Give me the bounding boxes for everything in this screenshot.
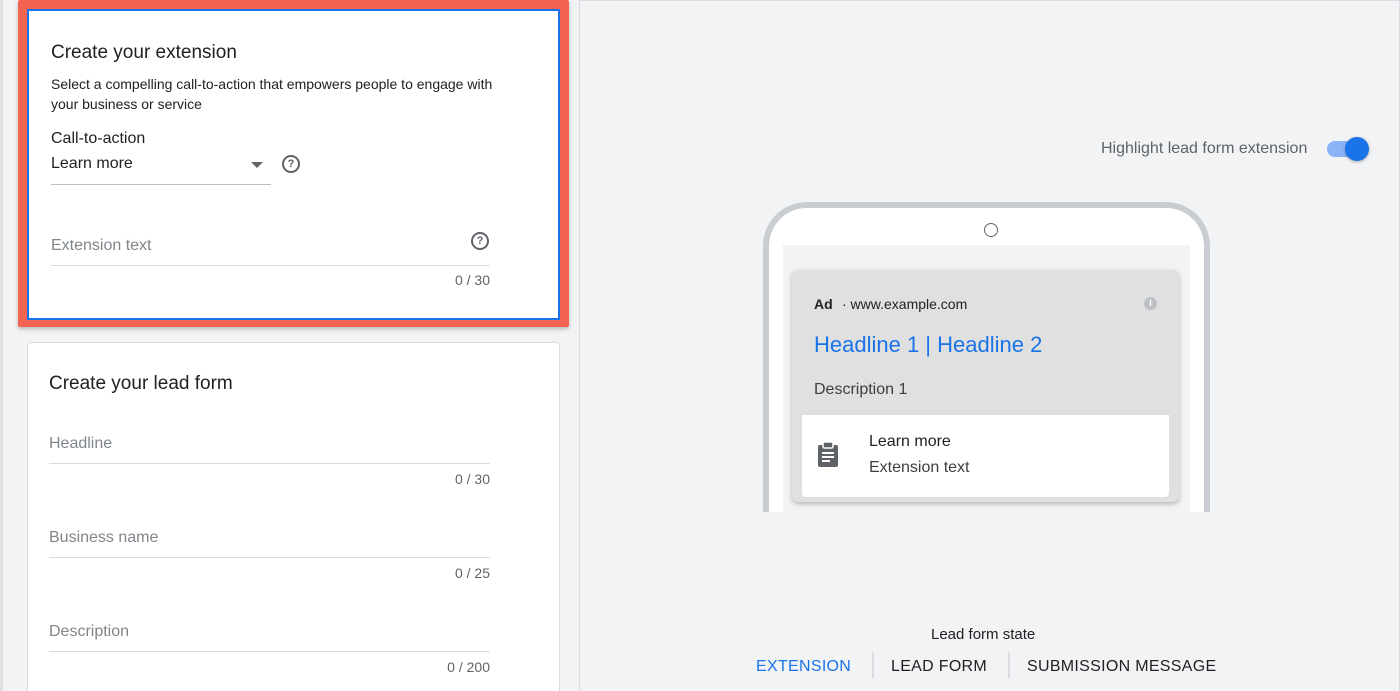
extension-card: Create your extension Select a compellin… <box>27 9 560 320</box>
extension-text-counter: 0 / 30 <box>454 272 490 288</box>
tab-divider <box>1008 652 1010 678</box>
extension-card-description: Select a compelling call-to-action that … <box>51 76 493 112</box>
tab-extension[interactable]: EXTENSION <box>756 658 851 676</box>
description-counter: 0 / 200 <box>447 659 490 675</box>
cta-label: Call-to-action <box>51 130 146 147</box>
lead-form-card-title: Create your lead form <box>49 373 233 394</box>
left-pane: Create your extension Select a compellin… <box>0 0 579 691</box>
phone-frame: Ad · www.example.com i Headline 1 | Head… <box>763 202 1210 515</box>
highlight-toggle-label: Highlight lead form extension <box>1101 140 1308 157</box>
business-name-counter: 0 / 25 <box>454 565 490 581</box>
headline-input[interactable]: Headline <box>49 427 490 464</box>
extension-card-title: Create your extension <box>51 42 237 63</box>
business-name-input[interactable]: Business name <box>49 521 490 558</box>
phone-camera-icon <box>984 223 998 237</box>
description-placeholder: Description <box>49 623 130 640</box>
extension-text-input[interactable]: Extension text <box>51 227 490 266</box>
cta-select[interactable]: Learn more <box>51 155 271 185</box>
lead-form-state-label: Lead form state <box>931 626 1036 643</box>
description-input[interactable]: Description <box>49 615 490 652</box>
ad-headline[interactable]: Headline 1 | Headline 2 <box>814 332 1042 358</box>
phone-screen: Ad · www.example.com i Headline 1 | Head… <box>783 245 1190 515</box>
tab-divider <box>872 652 874 678</box>
dropdown-caret-icon <box>251 162 263 168</box>
extension-cta-text: Learn more <box>869 433 951 450</box>
ad-url: · www.example.com <box>842 296 968 312</box>
ad-description: Description 1 <box>814 381 908 398</box>
headline-counter: 0 / 30 <box>454 471 490 487</box>
tab-lead-form[interactable]: LEAD FORM <box>891 658 987 676</box>
cta-select-value: Learn more <box>51 155 133 172</box>
cta-help-icon[interactable]: ? <box>282 155 300 173</box>
business-name-placeholder: Business name <box>49 529 159 546</box>
clipboard-icon <box>818 441 838 467</box>
extension-preview-text: Extension text <box>869 459 970 476</box>
extension-text-help-icon[interactable]: ? <box>471 232 489 250</box>
headline-placeholder: Headline <box>49 435 113 452</box>
extension-text-placeholder: Extension text <box>51 237 152 254</box>
preview-pane: Highlight lead form extension Ad · www.e… <box>579 0 1400 691</box>
lead-form-extension-row[interactable]: Learn more Extension text <box>802 415 1169 497</box>
ad-preview-card: Ad · www.example.com i Headline 1 | Head… <box>792 270 1179 502</box>
ad-badge: Ad <box>814 296 833 312</box>
lead-form-card: Create your lead form Headline 0 / 30 Bu… <box>27 342 560 691</box>
tab-submission-message[interactable]: SUBMISSION MESSAGE <box>1027 658 1216 676</box>
info-icon[interactable]: i <box>1144 297 1157 310</box>
highlight-toggle-thumb[interactable] <box>1345 137 1369 161</box>
